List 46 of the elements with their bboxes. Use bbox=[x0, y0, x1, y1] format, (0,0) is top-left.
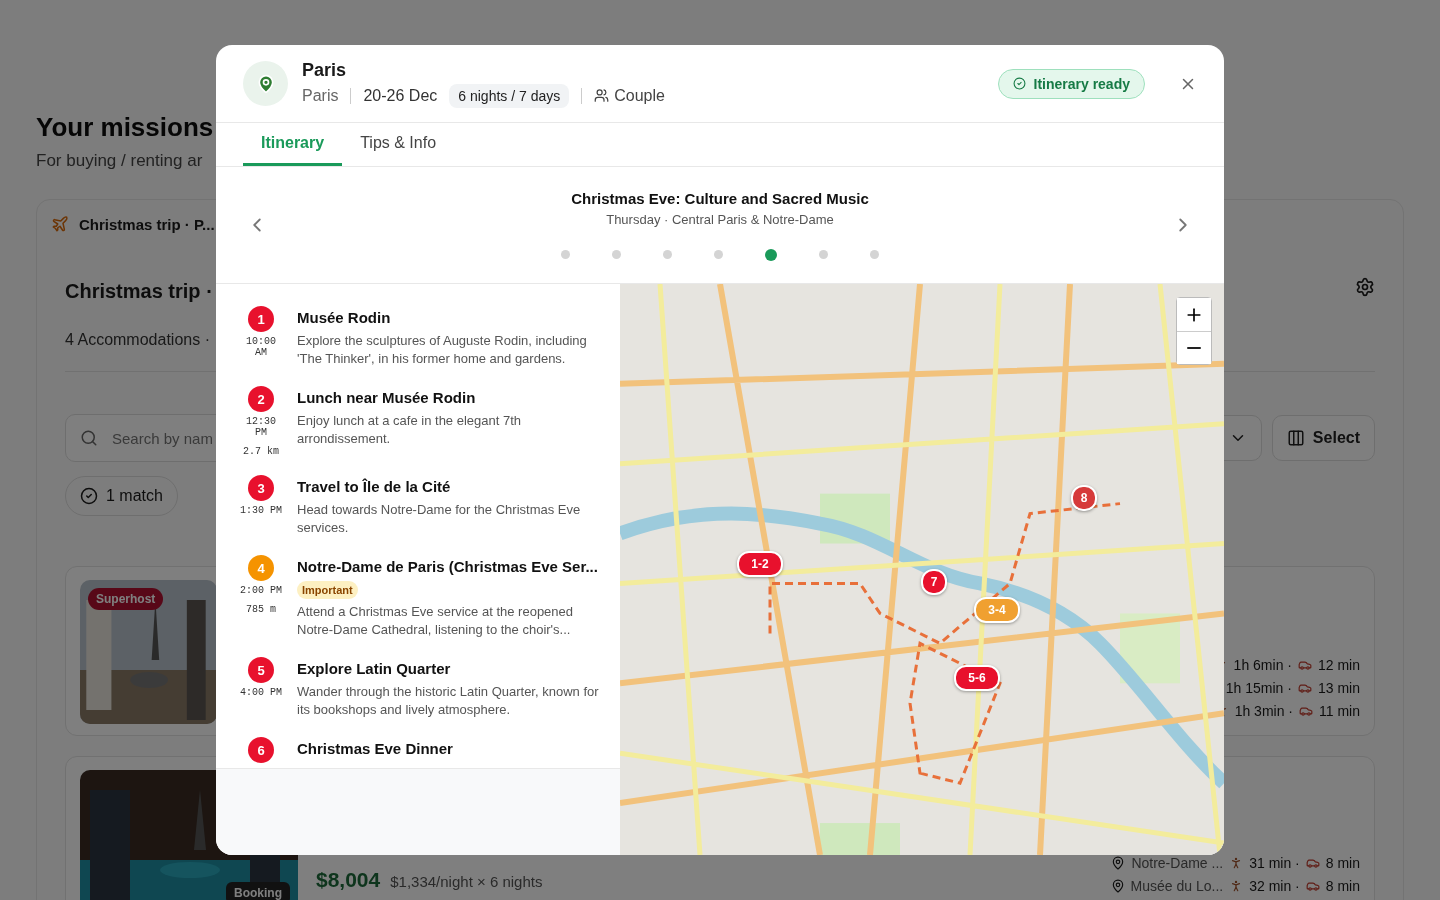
step-number: 5 bbox=[248, 657, 274, 683]
important-tag: Important bbox=[297, 581, 358, 599]
activity-time: 12:30 PM bbox=[245, 416, 277, 438]
drive-time: 8 min bbox=[1325, 854, 1360, 871]
place-name: Musée du Lo... bbox=[1130, 877, 1224, 894]
travellers-label: Couple bbox=[614, 86, 665, 105]
walk-time: 1h 6min · bbox=[1233, 656, 1292, 673]
activity-distance: 785 m bbox=[246, 604, 276, 615]
drive-time: 11 min bbox=[1319, 702, 1360, 719]
activity-time: 10:00 AM bbox=[245, 336, 277, 358]
step-number: 3 bbox=[248, 475, 274, 501]
drive-time: 13 min bbox=[1317, 679, 1360, 696]
activity-description: Explore the sculptures of Auguste Rodin, including 'The Thinker', in his former home and gardens. bbox=[297, 332, 588, 368]
walk-time: 1h 3min · bbox=[1234, 702, 1293, 719]
walk-time: 1h 15min · bbox=[1225, 679, 1292, 696]
listing-badge: Superhost bbox=[88, 588, 164, 610]
activity-description: Head towards Notre-Dame for the Christmas Eve services. bbox=[297, 501, 582, 537]
activity-time: 2:00 PM bbox=[239, 585, 283, 596]
activity-distance: 2.7 km bbox=[243, 446, 279, 457]
listing-price: $8,004 bbox=[316, 868, 381, 892]
status-badge: Itinerary ready bbox=[997, 68, 1145, 99]
walk-time: 31 min · bbox=[1249, 854, 1300, 871]
step-number: 2 bbox=[248, 386, 274, 412]
city-name: Paris bbox=[302, 86, 339, 105]
place-name: Notre-Dame ... bbox=[1131, 854, 1224, 871]
activity-description: Wander through the historic Latin Quarter, known for its bookshops and lively atmosphere. bbox=[297, 683, 600, 719]
listing-badge: Booking bbox=[226, 882, 290, 900]
trip-title: Christmas trip · bbox=[65, 280, 213, 303]
destination-title: Paris bbox=[302, 59, 348, 81]
price-detail: $1,334/night × 6 nights bbox=[390, 873, 543, 890]
walk-time: 32 min · bbox=[1249, 877, 1300, 894]
drive-time: 12 min bbox=[1317, 656, 1360, 673]
duration-chip: 6 nights / 7 days bbox=[449, 83, 570, 108]
page-title: Your missions bbox=[36, 112, 214, 143]
day-title: Christmas Eve: Culture and Sacred Music bbox=[571, 189, 869, 207]
day-subtitle: Thursday · Central Paris & Notre-Dame bbox=[606, 211, 834, 227]
step-number: 1 bbox=[248, 306, 274, 332]
activity-time: 1:30 PM bbox=[239, 505, 283, 516]
activity-time: 4:00 PM bbox=[239, 687, 283, 698]
trip-dates: 20-26 Dec bbox=[363, 86, 438, 105]
page-subtitle: For buying / renting ar bbox=[36, 151, 203, 171]
step-number: 4 bbox=[248, 555, 274, 581]
activity-description: Attend a Christmas Eve service at the reopened Notre-Dame Cathedral, listening to the choir's... bbox=[297, 603, 575, 639]
step-number: 6 bbox=[248, 737, 274, 763]
drive-time: 8 min bbox=[1325, 877, 1360, 894]
activity-description: Enjoy lunch at a cafe in the elegant 7th arrondissement. bbox=[297, 412, 523, 448]
